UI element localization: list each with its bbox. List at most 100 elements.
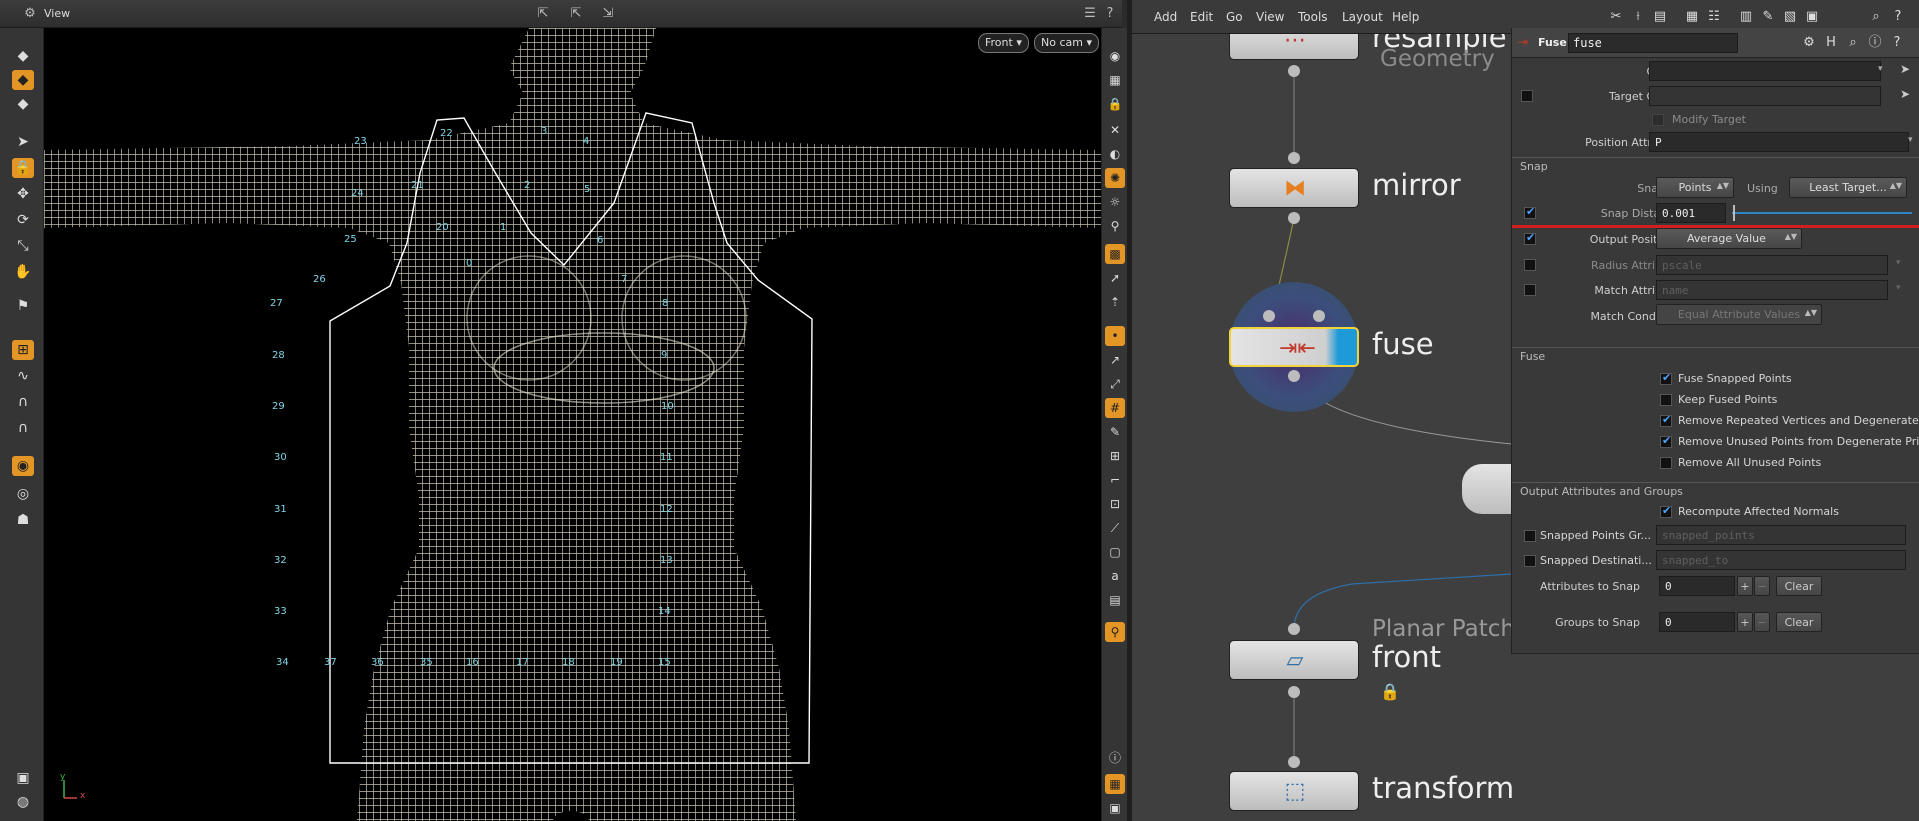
fuse-input-1[interactable] <box>1263 310 1275 322</box>
layout-icon[interactable]: ▦ <box>1105 774 1125 794</box>
snap-icon[interactable]: ⟊ <box>1630 9 1646 25</box>
x-ray-icon[interactable]: ✕ <box>1105 120 1125 140</box>
select-mode-icon[interactable]: ⇱ <box>535 6 551 22</box>
folder-icon[interactable]: ▣ <box>1804 9 1820 25</box>
lock-icon[interactable]: 🔒 <box>12 158 34 178</box>
marker-icon[interactable]: ⚲ <box>1105 622 1125 642</box>
menu-go[interactable]: Go <box>1226 10 1243 24</box>
render-region-icon[interactable]: ◍ <box>12 792 34 812</box>
attrs-clear-button[interactable]: Clear <box>1776 576 1822 596</box>
frame-icon[interactable]: ▢ <box>1105 542 1125 562</box>
magnet-icon[interactable]: ∩ <box>12 418 34 438</box>
snap-grid-icon[interactable]: ⊞ <box>12 340 34 360</box>
radius-attr-checkbox[interactable] <box>1524 259 1536 271</box>
net-help-icon[interactable]: ? <box>1890 9 1906 25</box>
group-field[interactable] <box>1649 61 1881 81</box>
view-menu[interactable]: Front ▾ <box>978 33 1029 53</box>
display-options-icon[interactable]: ☰ <box>1082 6 1098 22</box>
select-mode-2-icon[interactable]: ⇱ <box>568 6 584 22</box>
light-bulb-icon[interactable]: ✺ <box>1105 168 1125 188</box>
image-icon[interactable]: ▧ <box>1782 9 1798 25</box>
fuse-input-2[interactable] <box>1313 310 1325 322</box>
groups-clear-button[interactable]: Clear <box>1776 612 1822 632</box>
remove-unused-checkbox[interactable] <box>1660 434 1672 448</box>
remove-all-unused-checkbox[interactable] <box>1660 457 1672 469</box>
snap-distance-slider[interactable] <box>1732 212 1912 214</box>
output-positions-menu[interactable]: Average Value ▲▼ <box>1656 228 1802 249</box>
using-menu[interactable]: Least Target... ▲▼ <box>1789 177 1907 198</box>
target-group-field[interactable] <box>1649 86 1881 106</box>
match-attr-checkbox[interactable] <box>1524 284 1536 296</box>
rotate-icon[interactable]: ⟳ <box>12 210 34 230</box>
attrs-add-button[interactable]: + <box>1737 576 1753 596</box>
menu-layout[interactable]: Layout <box>1342 10 1383 24</box>
transform-input[interactable] <box>1288 756 1300 768</box>
menu-tools[interactable]: Tools <box>1298 10 1328 24</box>
snap-distance-checkbox[interactable] <box>1524 205 1536 219</box>
node-transform[interactable]: ⬚ <box>1229 771 1359 811</box>
bounds-icon[interactable]: ⊡ <box>1105 494 1125 514</box>
text-icon[interactable]: a <box>1105 566 1125 586</box>
shading-icon[interactable]: ◐ <box>1105 144 1125 164</box>
snapped-points-field[interactable]: snapped_points <box>1656 525 1906 545</box>
node-mirror[interactable]: ⧓ <box>1229 168 1359 208</box>
select-mode-3-icon[interactable]: ⇲ <box>600 6 616 22</box>
radius-attr-dropdown-icon[interactable]: ▾ <box>1896 258 1901 268</box>
output-positions-checkbox[interactable] <box>1524 231 1536 245</box>
mirror-output[interactable] <box>1288 212 1300 224</box>
snap-distance-field[interactable]: 0.001 <box>1656 203 1726 223</box>
groups-add-button[interactable]: + <box>1737 612 1753 632</box>
list-icon[interactable]: ☷ <box>1706 9 1722 25</box>
modify-target-checkbox[interactable] <box>1652 114 1664 126</box>
node-name-field[interactable]: fuse <box>1568 33 1738 53</box>
viewer-gear-icon[interactable]: ⚙ <box>22 6 38 22</box>
info-icon[interactable]: ⓘ <box>1105 748 1125 768</box>
camera-icon[interactable]: ◉ <box>12 456 34 476</box>
snap-distance-slider-handle[interactable] <box>1733 205 1735 221</box>
menu-add[interactable]: Add <box>1154 10 1177 24</box>
radius-attr-field[interactable]: pscale <box>1656 255 1888 275</box>
handle-icon[interactable]: ✋ <box>12 262 34 282</box>
position-attr-dropdown-icon[interactable]: ▾ <box>1908 135 1913 145</box>
note-icon[interactable]: ✎ <box>1760 9 1776 25</box>
gear-icon[interactable]: ⚙ <box>1800 34 1818 52</box>
select-obj-icon[interactable]: ◆ <box>12 94 34 114</box>
pin-icon[interactable]: ⚲ <box>1105 216 1125 236</box>
select-geo-icon[interactable]: ◆ <box>12 70 34 90</box>
normals-icon[interactable]: ⇡ <box>1105 292 1125 312</box>
scene-viewport[interactable]: 22 23 3 4 24 5 25 6 26 7 27 8 28 9 29 10 30 11 31 12 32 13 33 1… <box>44 28 1101 821</box>
match-attr-dropdown-icon[interactable]: ▾ <box>1896 283 1901 293</box>
ghost-icon[interactable]: ▦ <box>1105 70 1125 90</box>
uv-icon[interactable]: ⊞ <box>1105 446 1125 466</box>
camera-menu[interactable]: No cam ▾ <box>1034 33 1099 53</box>
node-resample[interactable]: ⋯ <box>1229 34 1359 60</box>
param-help-icon[interactable]: ? <box>1888 34 1906 52</box>
menu-view[interactable]: View <box>1256 10 1284 24</box>
prim-normals-icon[interactable]: ↗ <box>1105 350 1125 370</box>
menu-edit[interactable]: Edit <box>1190 10 1213 24</box>
group-select-arrow-icon[interactable]: ➤ <box>1900 62 1910 76</box>
display-icon[interactable]: ▣ <box>12 768 34 788</box>
snapped-dest-checkbox[interactable] <box>1524 555 1536 567</box>
node-front[interactable]: ▱ <box>1229 640 1359 680</box>
front-lock-icon[interactable]: 🔒 <box>1380 682 1400 701</box>
point-normals-icon[interactable]: ⤢ <box>1105 374 1125 394</box>
snap-curve-icon[interactable]: ∿ <box>12 366 34 386</box>
select-arrow-icon[interactable]: ➤ <box>12 132 34 152</box>
groups-remove-button[interactable]: − <box>1754 612 1770 632</box>
position-attr-field[interactable]: P <box>1649 132 1909 152</box>
render-icon[interactable]: ◎ <box>12 484 34 504</box>
texture-icon[interactable]: ▩ <box>1105 244 1125 264</box>
sun-icon[interactable]: ☼ <box>1105 192 1125 212</box>
front-input[interactable] <box>1288 623 1300 635</box>
match-condition-menu[interactable]: Equal Attribute Values ▲▼ <box>1656 304 1822 325</box>
light-icon[interactable]: ☗ <box>12 510 34 530</box>
fuse-output[interactable] <box>1288 370 1300 382</box>
resample-output[interactable] <box>1288 65 1300 77</box>
fuse-snapped-checkbox[interactable] <box>1660 371 1672 385</box>
groups-to-snap-field[interactable]: 0 <box>1659 612 1735 632</box>
point-display-icon[interactable]: • <box>1105 326 1125 346</box>
corner-icon[interactable]: ⌐ <box>1105 470 1125 490</box>
pose-icon[interactable]: ⚑ <box>12 296 34 316</box>
match-attr-field[interactable]: name <box>1656 280 1888 300</box>
